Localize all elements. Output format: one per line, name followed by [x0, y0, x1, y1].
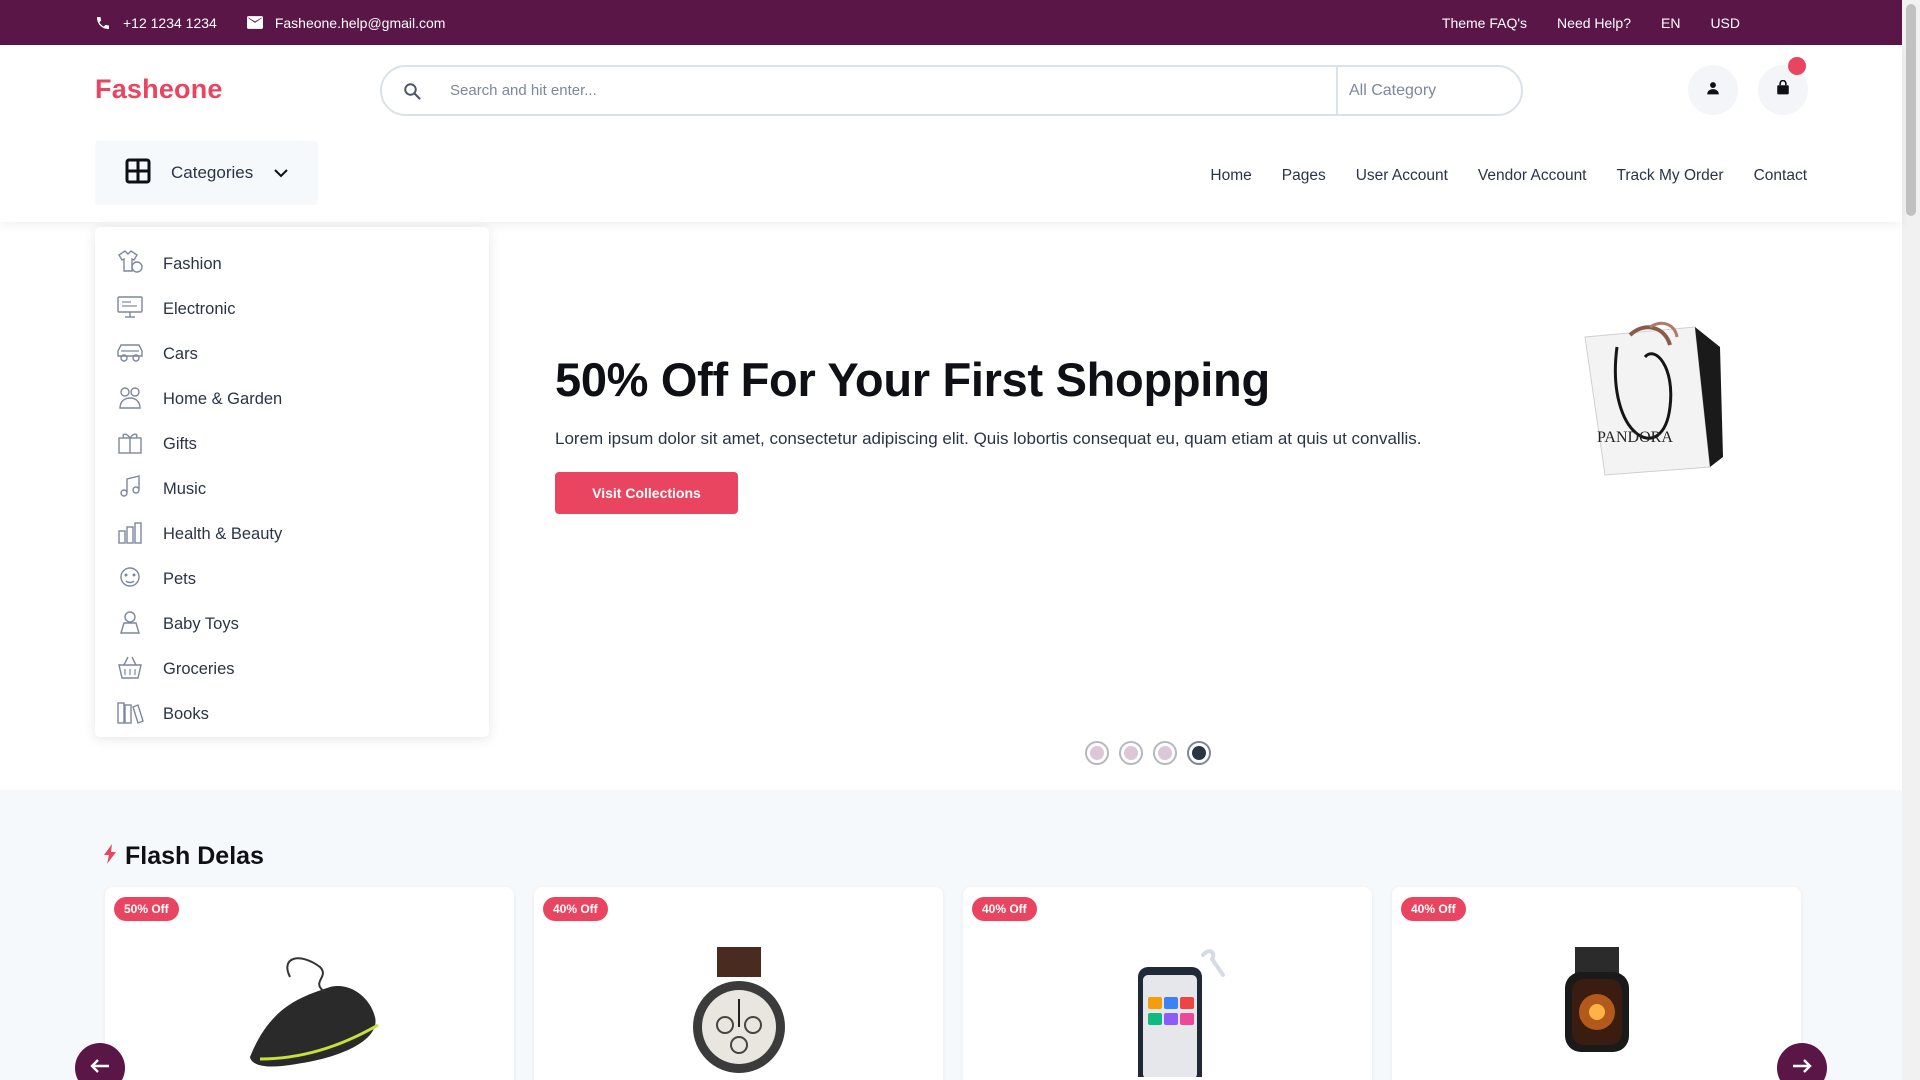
category-label: Gifts — [163, 435, 197, 453]
sneaker-image — [105, 947, 514, 1077]
electronic-icon — [115, 294, 145, 325]
slide-dot-4[interactable] — [1187, 741, 1211, 765]
category-label: Cars — [163, 345, 198, 363]
category-item-home-garden[interactable]: Home & Garden — [95, 377, 489, 422]
category-label: Health & Beauty — [163, 525, 283, 543]
need-help-link[interactable]: Need Help? — [1557, 15, 1631, 31]
category-item-groceries[interactable]: Groceries — [95, 647, 489, 692]
currency-selector[interactable]: USD — [1710, 15, 1740, 31]
search-icon[interactable] — [382, 82, 442, 100]
search-input[interactable] — [442, 67, 1336, 114]
top-bar: +12 1234 1234 Fasheone.help@gmail.com Th… — [0, 0, 1902, 45]
email-contact[interactable]: Fasheone.help@gmail.com — [246, 14, 446, 31]
shopping-bag-icon — [1776, 79, 1790, 100]
hero-title: 50% Off For Your First Shopping — [555, 353, 1270, 406]
category-item-cars[interactable]: Cars — [95, 332, 489, 377]
slider-dots — [1085, 741, 1211, 765]
nav-vendor-account[interactable]: Vendor Account — [1478, 167, 1587, 185]
discount-badge: 40% Off — [972, 897, 1037, 921]
scrollbar-thumb[interactable] — [1906, 4, 1916, 216]
watch-image — [534, 947, 943, 1077]
groceries-icon — [115, 654, 145, 685]
header: Fasheone All Category Categories Home Pa… — [0, 45, 1902, 222]
gift-icon — [115, 429, 145, 460]
car-icon — [115, 339, 145, 370]
search-bar: All Category — [380, 65, 1523, 116]
baby-toys-icon — [115, 609, 145, 640]
mail-icon — [246, 16, 263, 29]
category-item-electronic[interactable]: Electronic — [95, 287, 489, 332]
category-item-pets[interactable]: Pets — [95, 557, 489, 602]
categories-button[interactable]: Categories — [95, 141, 318, 205]
category-item-books[interactable]: Books — [95, 692, 489, 737]
nav-contact[interactable]: Contact — [1754, 167, 1807, 185]
lightning-icon — [103, 842, 117, 871]
phone-contact[interactable]: +12 1234 1234 — [95, 15, 217, 31]
music-icon — [115, 474, 145, 505]
discount-badge: 50% Off — [114, 897, 179, 921]
category-label: Groceries — [163, 660, 235, 678]
visit-collections-button[interactable]: Visit Collections — [555, 472, 738, 514]
grid-icon — [125, 158, 151, 189]
books-icon — [115, 699, 145, 730]
user-account-button[interactable] — [1688, 65, 1738, 115]
cart-count-badge — [1788, 57, 1806, 75]
fashion-icon — [115, 249, 145, 280]
smartwatch-image — [1392, 947, 1801, 1077]
main-nav: Home Pages User Account Vendor Account T… — [1210, 167, 1807, 185]
discount-badge: 40% Off — [543, 897, 608, 921]
category-item-health-beauty[interactable]: Health & Beauty — [95, 512, 489, 557]
category-item-baby-toys[interactable]: Baby Toys — [95, 602, 489, 647]
arrow-left-icon — [90, 1058, 110, 1078]
chevron-down-icon — [273, 163, 289, 183]
slide-dot-2[interactable] — [1119, 741, 1143, 765]
categories-label: Categories — [171, 163, 254, 182]
flash-deals-section: Flash Delas 50% Off 40% Off 40% Off 40% … — [0, 790, 1902, 1080]
category-label: Music — [163, 480, 207, 498]
slide-dot-1[interactable] — [1085, 741, 1109, 765]
product-card[interactable]: 40% Off — [963, 887, 1372, 1080]
category-select[interactable]: All Category — [1336, 67, 1521, 114]
shopping-bag-image: PANDORA — [1575, 317, 1735, 487]
theme-faq-link[interactable]: Theme FAQ's — [1442, 15, 1527, 31]
contact-info: +12 1234 1234 Fasheone.help@gmail.com — [95, 0, 445, 45]
category-item-music[interactable]: Music — [95, 467, 489, 512]
nav-home[interactable]: Home — [1210, 167, 1251, 185]
category-menu: Fashion Electronic Cars Home & Garden Gi… — [95, 227, 489, 737]
product-card[interactable]: 40% Off — [1392, 887, 1801, 1080]
slide-dot-3[interactable] — [1153, 741, 1177, 765]
phone-icon — [95, 15, 111, 31]
discount-badge: 40% Off — [1401, 897, 1466, 921]
category-label: Home & Garden — [163, 390, 283, 408]
language-selector[interactable]: EN — [1661, 15, 1680, 31]
flash-deals-heading: Flash Delas — [103, 842, 264, 871]
nav-pages[interactable]: Pages — [1282, 167, 1326, 185]
top-links: Theme FAQ's Need Help? EN USD — [1442, 0, 1740, 45]
health-beauty-icon — [115, 519, 145, 550]
category-item-fashion[interactable]: Fashion — [95, 242, 489, 287]
product-card[interactable]: 50% Off — [105, 887, 514, 1080]
arrow-right-icon — [1792, 1058, 1812, 1078]
category-label: Baby Toys — [163, 615, 239, 633]
email-address: Fasheone.help@gmail.com — [274, 14, 446, 31]
category-label: Books — [163, 705, 209, 723]
product-card[interactable]: 40% Off — [534, 887, 943, 1080]
home-garden-icon — [115, 384, 145, 415]
site-logo[interactable]: Fasheone — [95, 74, 223, 105]
category-label: Electronic — [163, 300, 236, 318]
category-label: Pets — [163, 570, 197, 588]
category-label: Fashion — [163, 255, 222, 273]
flash-deals-title: Flash Delas — [125, 842, 264, 870]
nav-user-account[interactable]: User Account — [1356, 167, 1448, 185]
nav-track-my-order[interactable]: Track My Order — [1617, 167, 1724, 185]
pets-icon — [115, 564, 145, 595]
phone-number: +12 1234 1234 — [123, 14, 217, 31]
category-item-gifts[interactable]: Gifts — [95, 422, 489, 467]
page-scrollbar[interactable] — [1902, 0, 1920, 1080]
bag-brand-text: PANDORA — [1597, 429, 1673, 446]
phone-image — [963, 947, 1372, 1077]
hero-text: Lorem ipsum dolor sit amet, consectetur … — [555, 429, 1422, 448]
user-icon — [1706, 81, 1720, 100]
